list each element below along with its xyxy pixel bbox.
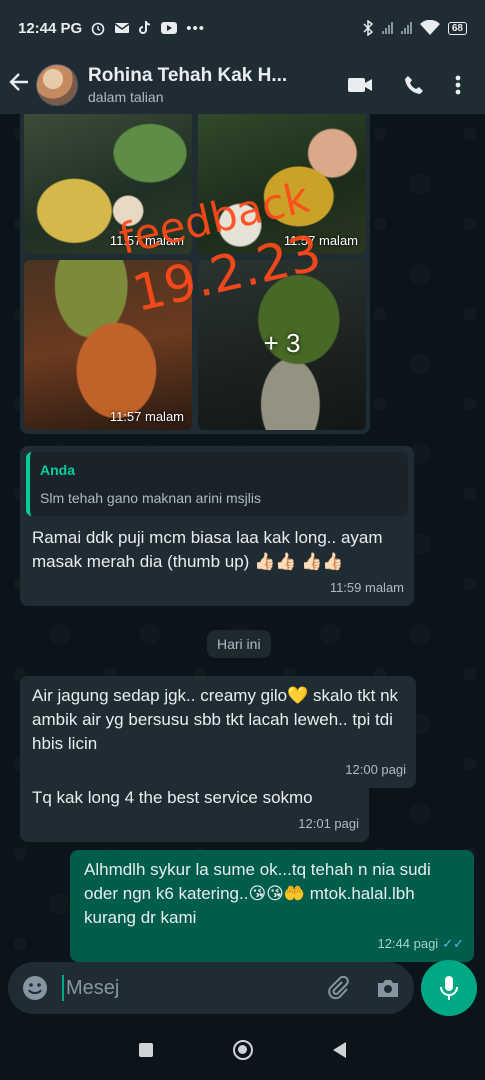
contact-avatar[interactable] bbox=[36, 64, 78, 106]
more-notifications-icon: ••• bbox=[186, 19, 205, 37]
chat-header: Rohina Tehah Kak H... dalam talian bbox=[0, 56, 485, 114]
contact-name: Rohina Tehah Kak H... bbox=[88, 65, 288, 86]
text-cursor bbox=[62, 975, 64, 1001]
message-meta: 12:44 pagi ✓✓ bbox=[84, 932, 464, 956]
message-text: Alhmdlh sykur la sume ok...tq tehah n ni… bbox=[84, 860, 431, 927]
incoming-message[interactable]: Tq kak long 4 the best service sokmo 12:… bbox=[20, 778, 369, 842]
home-icon[interactable] bbox=[233, 1040, 253, 1060]
message-time: 11:59 malam bbox=[329, 580, 404, 595]
message-input[interactable] bbox=[66, 976, 296, 1000]
photo-thumbnail-2[interactable]: 11:57 malam bbox=[198, 114, 366, 254]
emoji-icon[interactable] bbox=[22, 975, 48, 1001]
date-divider: Hari ini bbox=[207, 630, 271, 658]
mail-icon bbox=[114, 23, 130, 33]
message-composer[interactable] bbox=[8, 962, 414, 1014]
camera-icon[interactable] bbox=[376, 977, 400, 999]
contact-info[interactable]: Rohina Tehah Kak H... dalam talian bbox=[88, 65, 347, 105]
more-options-icon[interactable] bbox=[455, 74, 461, 96]
composer-bar bbox=[0, 960, 485, 1020]
back-arrow-icon[interactable] bbox=[8, 71, 36, 100]
photo-thumbnail-more[interactable]: + 3 bbox=[198, 260, 366, 430]
status-bar: 12:44 PG ••• 68 bbox=[0, 0, 485, 56]
more-photos-count: + 3 bbox=[263, 328, 301, 358]
battery-icon: 68 bbox=[447, 21, 467, 35]
microphone-icon bbox=[440, 976, 458, 1000]
status-time: 12:44 PG bbox=[18, 19, 83, 37]
message-text: Tq kak long 4 the best service sokmo bbox=[32, 788, 313, 807]
bluetooth-icon bbox=[363, 20, 374, 36]
contact-status: dalam talian bbox=[88, 89, 164, 105]
photo-timestamp: 11:57 malam bbox=[283, 233, 358, 248]
incoming-message-reply[interactable]: Anda Slm tehah gano maknan arini msjlis … bbox=[20, 446, 414, 606]
voice-record-button[interactable] bbox=[421, 960, 477, 1016]
signal-icon bbox=[381, 22, 393, 34]
message-text: Ramai ddk puji mcm biasa laa kak long.. … bbox=[32, 528, 383, 571]
voice-call-icon[interactable] bbox=[403, 74, 425, 96]
message-time: 12:44 pagi bbox=[377, 936, 439, 951]
incoming-message[interactable]: Air jagung sedap jgk.. creamy gilo💛 skal… bbox=[20, 676, 416, 788]
outgoing-message[interactable]: Alhmdlh sykur la sume ok...tq tehah n ni… bbox=[70, 850, 474, 962]
video-call-icon[interactable] bbox=[347, 76, 373, 94]
photo-timestamp: 11:57 malam bbox=[109, 233, 184, 248]
system-nav-bar bbox=[0, 1020, 485, 1080]
wifi-icon bbox=[419, 20, 440, 35]
recent-apps-icon[interactable] bbox=[139, 1043, 153, 1057]
notification-icons: ••• bbox=[90, 20, 205, 37]
read-receipt-icon: ✓✓ bbox=[442, 936, 464, 951]
chat-area[interactable]: 11:57 malam 11:57 malam 11:57 malam + 3 … bbox=[0, 114, 485, 962]
media-album-bubble[interactable]: 11:57 malam 11:57 malam 11:57 malam + 3 … bbox=[20, 114, 370, 434]
tiktok-icon bbox=[139, 20, 151, 34]
photo-thumbnail-1[interactable]: 11:57 malam bbox=[24, 114, 192, 254]
photo-thumbnail-3[interactable]: 11:57 malam bbox=[24, 260, 192, 430]
message-text: Air jagung sedap jgk.. creamy gilo💛 skal… bbox=[32, 686, 399, 753]
quoted-message[interactable]: Anda Slm tehah gano maknan arini msjlis bbox=[26, 452, 408, 516]
attach-icon[interactable] bbox=[326, 976, 350, 1000]
photo-timestamp: 11:57 malam bbox=[109, 409, 184, 424]
youtube-icon bbox=[161, 22, 178, 34]
quote-text: Slm tehah gano maknan arini msjlis bbox=[40, 490, 261, 506]
back-triangle-icon[interactable] bbox=[333, 1042, 346, 1058]
alarm-icon bbox=[91, 22, 105, 36]
quote-author: Anda bbox=[40, 462, 75, 478]
signal-icon-2 bbox=[400, 22, 412, 34]
message-time: 12:01 pagi bbox=[298, 816, 359, 831]
